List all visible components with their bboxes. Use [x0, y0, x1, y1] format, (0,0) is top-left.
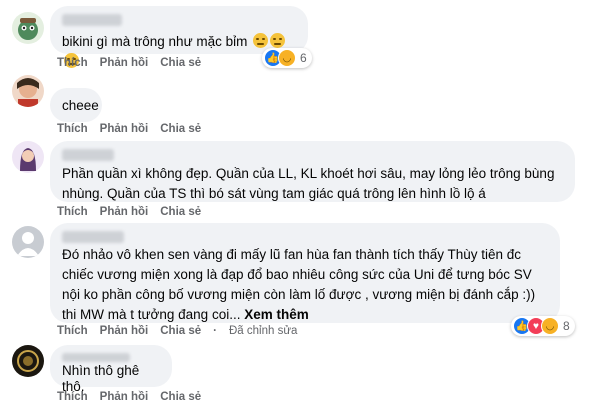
haha-icon: ◡ — [278, 49, 296, 67]
comment-text: bikini gì mà trông như mặc bỉm — [62, 34, 248, 49]
haha-icon: ◡ — [541, 317, 559, 335]
comment-text: Phần quần xì không đẹp. Quần của LL, KL … — [62, 166, 555, 201]
like-button[interactable]: Thích — [57, 206, 88, 218]
comment-bubble: Đó nhảo vô khen sen vàng đi mấy lũ fan h… — [50, 223, 560, 323]
separator-dot: · — [213, 325, 217, 337]
share-button[interactable]: Chia sẻ — [160, 391, 201, 403]
avatar[interactable] — [12, 75, 44, 107]
avatar[interactable] — [12, 226, 44, 258]
author-name[interactable] — [62, 14, 122, 26]
reply-button[interactable]: Phản hồi — [100, 123, 149, 135]
avatar[interactable] — [12, 141, 44, 173]
author-name[interactable] — [62, 231, 124, 243]
comment-actions: Thích Phản hồi Chia sẻ — [57, 206, 201, 218]
comment-actions: Thích Phản hồi Chia sẻ — [57, 391, 201, 403]
like-button[interactable]: Thích — [57, 123, 88, 135]
reaction-count: 8 — [563, 319, 570, 333]
disappointed-face-icon — [253, 33, 269, 48]
share-button[interactable]: Chia sẻ — [160, 123, 201, 135]
reply-button[interactable]: Phản hồi — [100, 391, 149, 403]
reaction-summary[interactable]: 👍 ♥ ◡ 8 — [511, 316, 575, 336]
like-button[interactable]: Thích — [57, 391, 88, 403]
reaction-summary[interactable]: 👍 ◡ 6 — [262, 48, 312, 68]
see-more-link[interactable]: Xem thêm — [244, 307, 309, 322]
reply-button[interactable]: Phản hồi — [100, 325, 149, 337]
comment-bubble: bikini gì mà trông như mặc bỉm — [50, 6, 308, 68]
reaction-count: 6 — [300, 51, 307, 65]
comment-actions: Thích Phản hồi Chia sẻ · Đã chỉnh sửa — [57, 325, 297, 337]
avatar[interactable] — [12, 12, 44, 44]
share-button[interactable]: Chia sẻ — [160, 325, 201, 337]
comment-bubble: Phần quần xì không đẹp. Quần của LL, KL … — [50, 141, 575, 202]
comment-bubble: Nhìn thô ghê thô. — [50, 345, 172, 394]
reply-button[interactable]: Phản hồi — [100, 206, 149, 218]
edited-label: Đã chỉnh sửa — [229, 325, 298, 337]
like-button[interactable]: Thích — [57, 57, 88, 69]
disappointed-face-icon — [270, 33, 286, 48]
share-button[interactable]: Chia sẻ — [160, 206, 201, 218]
author-name[interactable] — [62, 149, 114, 161]
author-name[interactable] — [62, 353, 130, 362]
comment-actions: Thích Phản hồi Chia sẻ — [57, 57, 201, 69]
like-button[interactable]: Thích — [57, 325, 88, 337]
share-button[interactable]: Chia sẻ — [160, 57, 201, 69]
comment-text: cheee — [62, 98, 99, 113]
comment-bubble: cheee — [50, 88, 102, 122]
avatar[interactable] — [12, 345, 44, 377]
comment-actions: Thích Phản hồi Chia sẻ — [57, 123, 201, 135]
reply-button[interactable]: Phản hồi — [100, 57, 149, 69]
